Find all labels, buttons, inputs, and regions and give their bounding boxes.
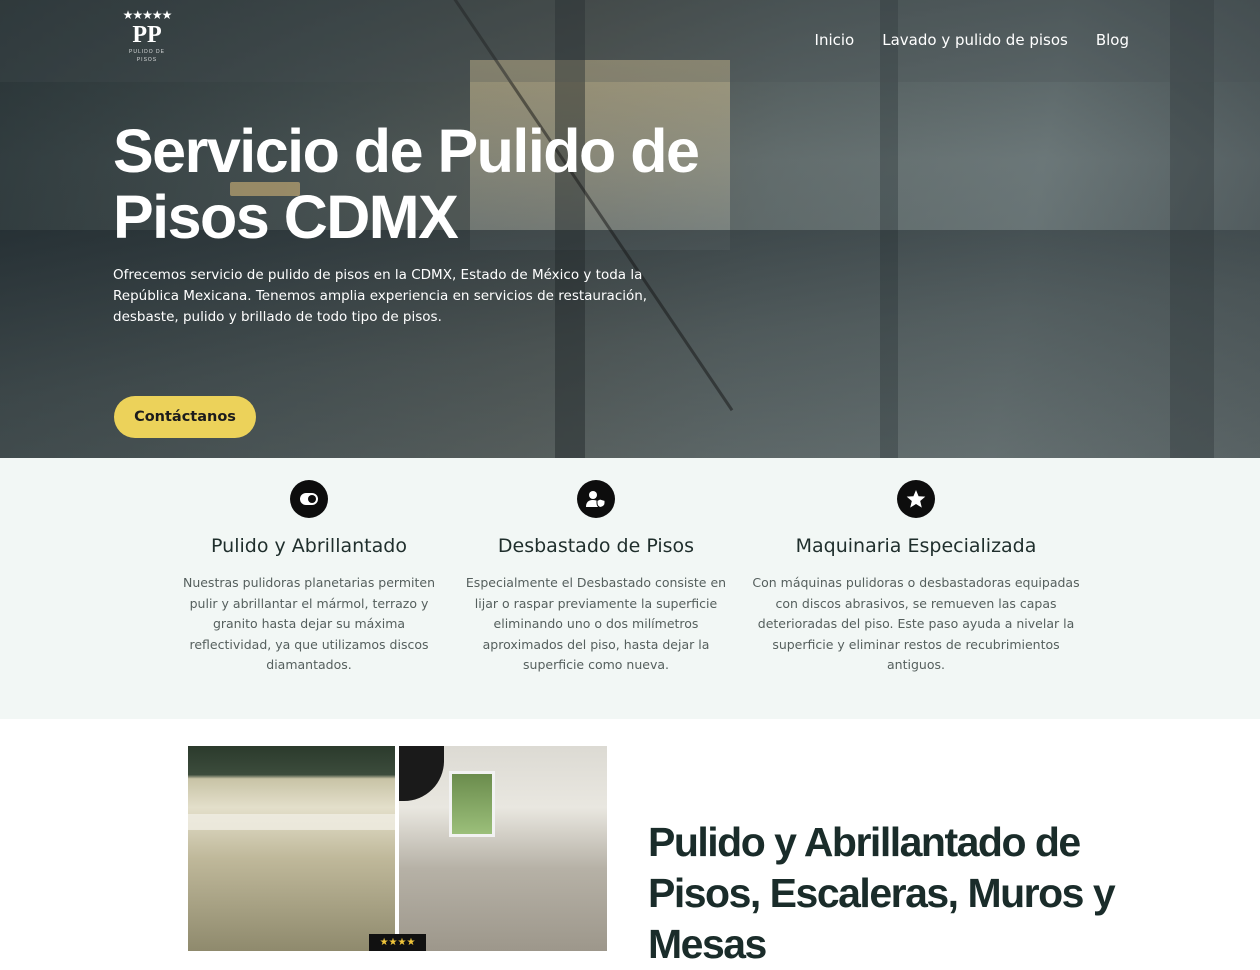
photo-terrazzo-floor (399, 746, 607, 951)
photo-polished-floor (188, 746, 395, 951)
logo-stars: ★★★★★ (122, 8, 173, 22)
feature-text: Con máquinas pulidoras o desbastadoras e… (752, 575, 1080, 672)
features-section: Pulido y Abrillantado Nuestras pulidoras… (0, 458, 1260, 719)
hero-description: Ofrecemos servicio de pulido de pisos en… (113, 267, 648, 325)
feature-text: Especialmente el Desbastado consiste en … (465, 575, 727, 672)
feature-title: Desbastado de Pisos (497, 535, 695, 557)
nav-link-lavado-pulido[interactable]: Lavado y pulido de pisos (882, 31, 1068, 49)
feature-text: Nuestras pulidoras planetarias permiten … (182, 575, 436, 672)
main-nav: Inicio Lavado y pulido de pisos Blog (815, 31, 1129, 49)
feature-title: Maquinaria Especializada (795, 535, 1037, 557)
feature-card: Desbastado de Pisos Especialmente el Des… (454, 458, 738, 676)
contact-button[interactable]: Contáctanos (114, 396, 256, 438)
star-icon (897, 480, 935, 518)
services-section: ★★★★ Pulido y Abrillantado de Pisos, Esc… (0, 719, 1260, 967)
toggle-icon (290, 480, 328, 518)
feature-card: Pulido y Abrillantado Nuestras pulidoras… (173, 458, 445, 676)
section-title: Pulido y Abrillantado de Pisos, Escalera… (648, 819, 1116, 967)
site-logo[interactable]: ★★★★★ PP PULIDO DE PISOS (120, 8, 174, 66)
logo-monogram: PP (132, 22, 162, 48)
feature-title: Pulido y Abrillantado (211, 535, 407, 557)
hero-title: Servicio de Pulido de Pisos CDMX (113, 117, 700, 251)
logo-ring-text: PULIDO DE PISOS (129, 49, 165, 63)
feature-card: Maquinaria Especializada Con máquinas pu… (752, 458, 1080, 676)
before-after-photo: ★★★★ (188, 746, 607, 951)
user-shield-icon (577, 480, 615, 518)
nav-link-inicio[interactable]: Inicio (815, 31, 855, 49)
nav-link-blog[interactable]: Blog (1096, 31, 1129, 49)
hero-section: ★★★★★ PP PULIDO DE PISOS Inicio Lavado y… (0, 0, 1260, 458)
rating-badge: ★★★★ (369, 934, 426, 951)
